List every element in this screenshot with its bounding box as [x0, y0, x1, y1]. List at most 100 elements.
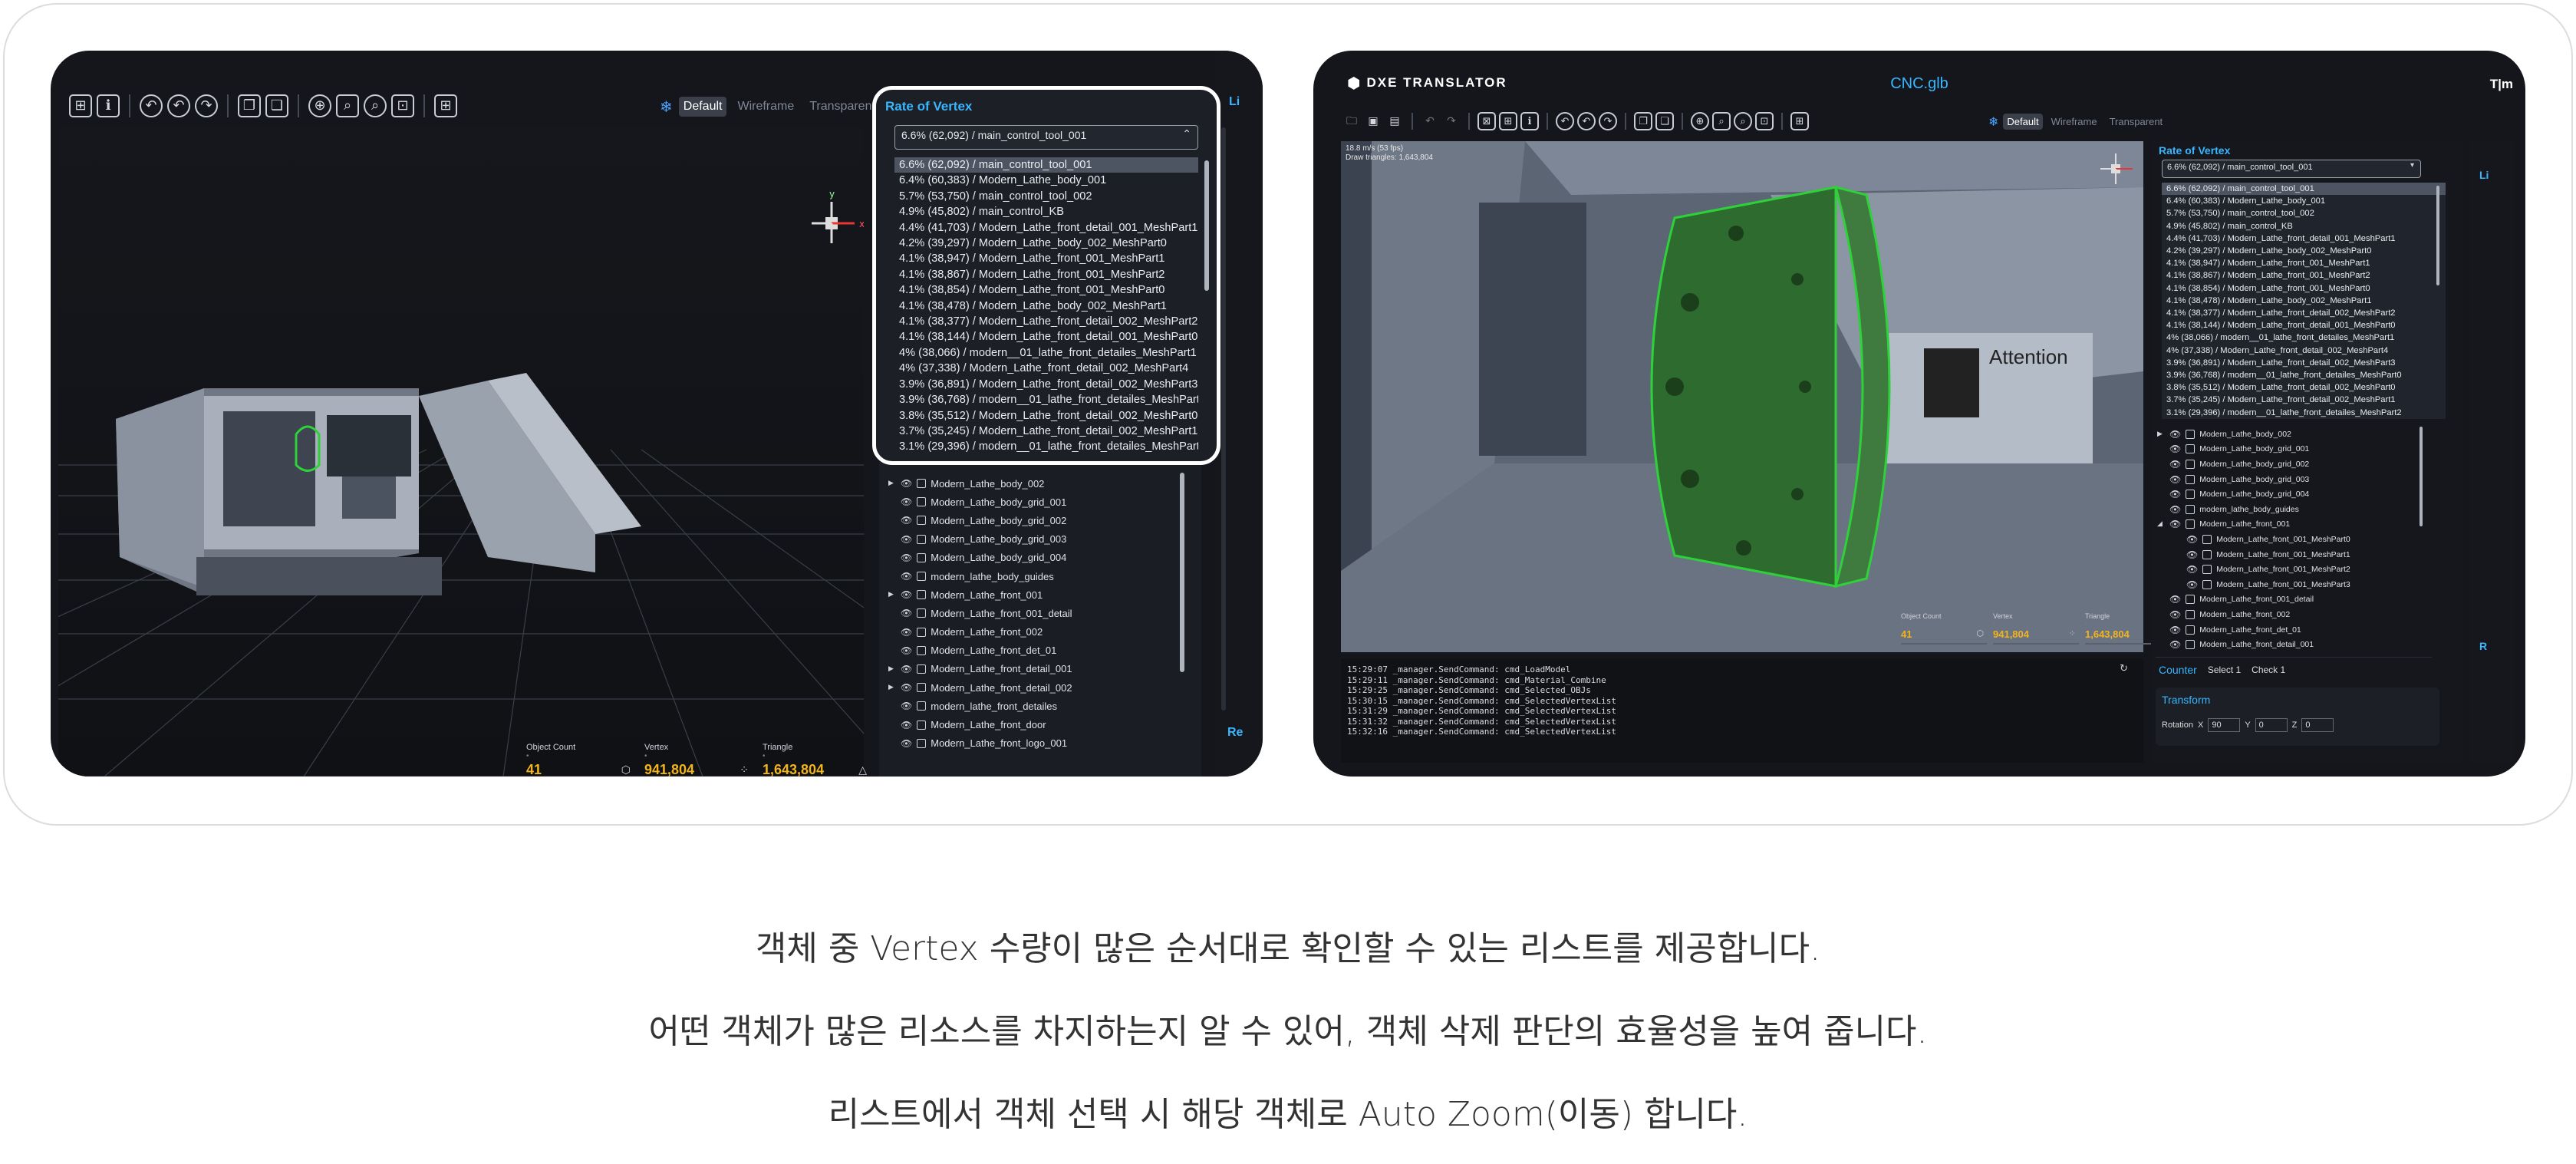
- select-checkbox[interactable]: [917, 516, 927, 526]
- vertex-list-item[interactable]: 3.9% (36,768) / modern__01_lathe_front_d…: [894, 392, 1198, 407]
- select-checkbox[interactable]: [2186, 444, 2196, 454]
- zoom-select-icon[interactable]: ⊡: [1755, 112, 1774, 130]
- visibility-eye-icon[interactable]: 👁: [901, 478, 912, 489]
- select-checkbox[interactable]: [917, 738, 927, 748]
- expand-arrow-icon[interactable]: ▶: [888, 480, 896, 487]
- expand-arrow-icon[interactable]: ▶: [888, 684, 896, 691]
- vertex-list-item[interactable]: 4.1% (38,144) / Modern_Lathe_front_detai…: [894, 329, 1198, 345]
- zoom-select-icon[interactable]: ⊡: [391, 94, 414, 117]
- tree-item[interactable]: 👁 Modern_Lathe_body_grid_002: [2157, 457, 2433, 472]
- select-checkbox[interactable]: [917, 645, 927, 655]
- select-checkbox[interactable]: [2186, 519, 2196, 529]
- tree-item[interactable]: 👁 Modern_Lathe_front_001_MeshPart3: [2157, 577, 2433, 592]
- tree-item[interactable]: 👁 modern_lathe_front_detailes: [888, 697, 1188, 715]
- vertex-list-item[interactable]: 6.4% (60,383) / Modern_Lathe_body_001: [894, 173, 1198, 188]
- zoom-fit-icon[interactable]: ⌕: [336, 94, 359, 117]
- visibility-eye-icon[interactable]: 👁: [901, 720, 912, 730]
- visibility-eye-icon[interactable]: 👁: [901, 534, 912, 545]
- visibility-eye-icon[interactable]: 👁: [2169, 429, 2181, 440]
- tree-item[interactable]: 👁 Modern_Lathe_body_grid_001: [2157, 442, 2433, 457]
- visibility-eye-icon[interactable]: 👁: [901, 589, 912, 600]
- vertex-list-item[interactable]: 4.1% (38,478) / Modern_Lathe_body_002_Me…: [894, 298, 1198, 314]
- zoom-fit-icon[interactable]: ⌕: [1712, 112, 1731, 130]
- rotate-z-icon[interactable]: ↷: [1599, 112, 1617, 130]
- select-checkbox[interactable]: [2202, 579, 2212, 589]
- tree-item[interactable]: 👁 modern_lathe_body_guides: [2157, 502, 2433, 517]
- info-icon[interactable]: ℹ: [97, 94, 120, 117]
- vertex-list-item[interactable]: 5.7% (53,750) / main_control_tool_002: [894, 189, 1198, 204]
- duplicate-icon[interactable]: ❏: [1655, 112, 1674, 130]
- tree-item[interactable]: 👁 Modern_Lathe_front_001_MeshPart0: [2157, 532, 2433, 547]
- visibility-eye-icon[interactable]: 👁: [2169, 594, 2181, 605]
- vertex-list-item[interactable]: 4.1% (38,854) / Modern_Lathe_front_001_M…: [2162, 282, 2446, 295]
- rotation-x-input[interactable]: 90: [2208, 718, 2241, 732]
- side-scrollbar[interactable]: [1221, 127, 1226, 711]
- vertex-list-item[interactable]: 3.7% (35,245) / Modern_Lathe_front_detai…: [894, 424, 1198, 439]
- tree-item[interactable]: 👁 Modern_Lathe_front_001_MeshPart2: [2157, 562, 2433, 577]
- select-checkbox[interactable]: [2202, 534, 2212, 544]
- select-checkbox[interactable]: [2186, 625, 2196, 635]
- vertex-list-item[interactable]: 3.8% (35,512) / Modern_Lathe_front_detai…: [894, 408, 1198, 424]
- vertex-list-item[interactable]: 6.6% (62,092) / main_control_tool_001: [894, 157, 1198, 173]
- select-checkbox[interactable]: [917, 664, 927, 674]
- tree-item[interactable]: ▶ 👁 Modern_Lathe_body_002: [888, 474, 1188, 493]
- expand-arrow-icon[interactable]: ▶: [2157, 430, 2165, 438]
- refresh-icon[interactable]: ↻: [2120, 663, 2128, 674]
- folder-icon[interactable]: 🗀: [1342, 112, 1361, 130]
- vertex-list-item[interactable]: 4.1% (38,867) / Modern_Lathe_front_001_M…: [894, 267, 1198, 282]
- visibility-eye-icon[interactable]: 👁: [2169, 519, 2181, 529]
- select-checkbox[interactable]: [2202, 549, 2212, 559]
- visibility-eye-icon[interactable]: 👁: [2169, 609, 2181, 620]
- settings-icon[interactable]: ❄: [660, 97, 673, 116]
- visibility-eye-icon[interactable]: 👁: [901, 682, 912, 693]
- layout-icon[interactable]: ⊞: [69, 94, 92, 117]
- select-checkbox[interactable]: [2186, 429, 2196, 439]
- vertex-list-item[interactable]: 4.4% (41,703) / Modern_Lathe_front_detai…: [894, 220, 1198, 236]
- select-checkbox[interactable]: [917, 701, 927, 711]
- select-checkbox[interactable]: [917, 497, 927, 507]
- visibility-eye-icon[interactable]: 👁: [2186, 579, 2198, 590]
- select-checkbox[interactable]: [2186, 504, 2196, 514]
- visibility-eye-icon[interactable]: 👁: [901, 664, 912, 674]
- mode-transparent[interactable]: Transparent: [805, 97, 880, 117]
- select-checkbox[interactable]: [917, 479, 927, 489]
- select-checkbox[interactable]: [917, 590, 927, 600]
- undo-icon[interactable]: ↶: [1421, 112, 1439, 130]
- select-checkbox[interactable]: [2186, 490, 2196, 500]
- visibility-eye-icon[interactable]: 👁: [901, 571, 912, 582]
- vertex-list-item[interactable]: 4.1% (38,144) / Modern_Lathe_front_detai…: [2162, 319, 2446, 331]
- tree-item[interactable]: ▶ 👁 Modern_Lathe_front_detail_001: [888, 660, 1188, 678]
- vertex-list-item[interactable]: 3.8% (35,512) / Modern_Lathe_front_detai…: [2162, 381, 2446, 394]
- vertex-list-item[interactable]: 6.4% (60,383) / Modern_Lathe_body_001: [2162, 195, 2446, 207]
- tree-item[interactable]: 👁 Modern_Lathe_front_002: [2157, 607, 2433, 622]
- side-tab-label[interactable]: Li: [1229, 95, 1240, 109]
- tree-item[interactable]: ▶ 👁 Modern_Lathe_body_002: [2157, 427, 2433, 442]
- visibility-eye-icon[interactable]: 👁: [901, 738, 912, 749]
- select-checkbox[interactable]: [917, 720, 927, 730]
- expand-arrow-icon[interactable]: ◢: [2157, 520, 2165, 528]
- vertex-list-item[interactable]: 4.1% (38,377) / Modern_Lathe_front_detai…: [2162, 307, 2446, 319]
- visibility-eye-icon[interactable]: 👁: [901, 496, 912, 507]
- tree-item[interactable]: 👁 Modern_Lathe_front_door: [888, 715, 1188, 734]
- select-checkbox[interactable]: [917, 683, 927, 693]
- vertex-list-item[interactable]: 4.1% (38,377) / Modern_Lathe_front_detai…: [894, 314, 1198, 329]
- tree-item[interactable]: 👁 Modern_Lathe_front_logo_001: [888, 734, 1188, 753]
- select-checkbox[interactable]: [917, 572, 927, 582]
- select-checkbox[interactable]: [2202, 565, 2212, 575]
- select-checkbox[interactable]: [917, 552, 927, 562]
- vertex-list-item[interactable]: 4.1% (38,854) / Modern_Lathe_front_001_M…: [894, 282, 1198, 298]
- vertex-list-item[interactable]: 3.1% (29,396) / modern__01_lathe_front_d…: [2162, 407, 2446, 419]
- rotate-y-icon[interactable]: ↶: [1577, 112, 1596, 130]
- vertex-list-item[interactable]: 4.4% (41,703) / Modern_Lathe_front_detai…: [2162, 232, 2446, 245]
- right-viewport[interactable]: Attention 18.8 m/s (53 fps) Draw triangl…: [1341, 141, 2171, 652]
- expand-arrow-icon[interactable]: ▶: [888, 665, 896, 673]
- fit-icon[interactable]: ⊠: [1477, 112, 1496, 130]
- tree-item[interactable]: 👁 Modern_Lathe_body_grid_003: [888, 530, 1188, 549]
- tree-item[interactable]: 👁 Modern_Lathe_front_det_01: [2157, 622, 2433, 638]
- vertex-list-item[interactable]: 4.2% (39,297) / Modern_Lathe_body_002_Me…: [2162, 245, 2446, 257]
- tree-item[interactable]: 👁 Modern_Lathe_body_grid_003: [2157, 472, 2433, 487]
- vertex-list-scrollbar[interactable]: [1204, 160, 1209, 291]
- visibility-eye-icon[interactable]: 👁: [901, 701, 912, 711]
- visibility-eye-icon[interactable]: 👁: [2186, 534, 2198, 545]
- vertex-list-item[interactable]: 4.2% (39,297) / Modern_Lathe_body_002_Me…: [894, 236, 1198, 251]
